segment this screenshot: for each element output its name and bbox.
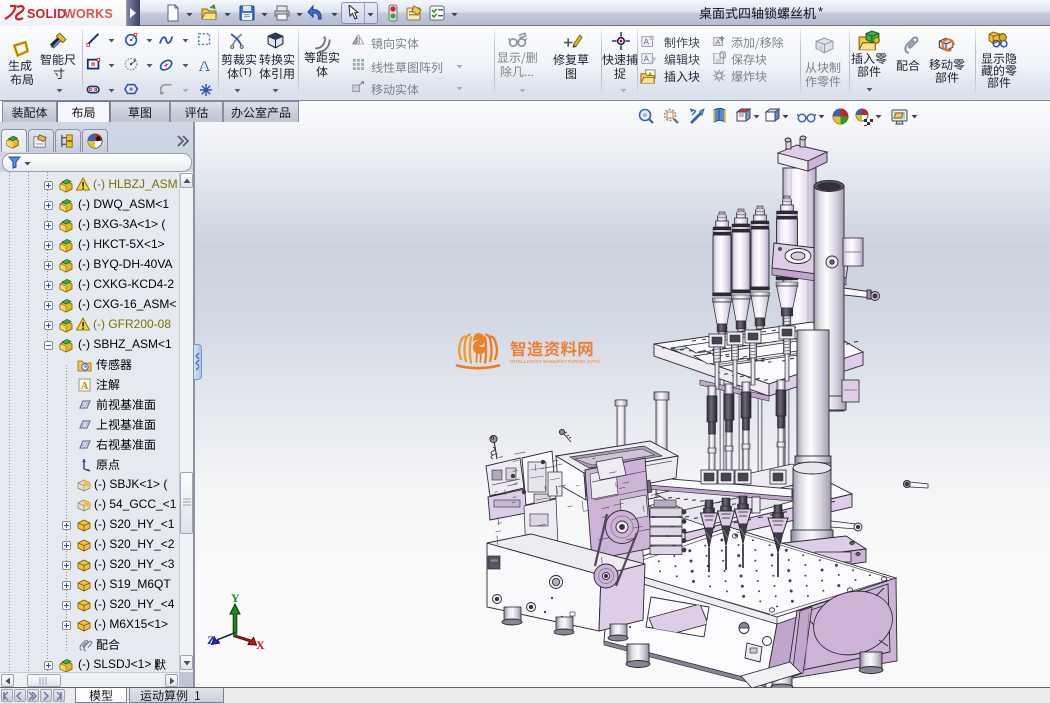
svg-text:A: A: [644, 38, 650, 47]
svg-text:A: A: [200, 61, 209, 73]
svg-text:Y: Y: [231, 592, 240, 605]
svg-text:SOLID: SOLID: [27, 7, 66, 21]
svg-text:A: A: [81, 381, 89, 392]
svg-text:A: A: [644, 55, 650, 64]
svg-text:A: A: [716, 39, 721, 47]
svg-text:WORKS: WORKS: [64, 7, 113, 21]
svg-text:Z: Z: [207, 633, 215, 647]
svg-text:X: X: [256, 638, 265, 652]
